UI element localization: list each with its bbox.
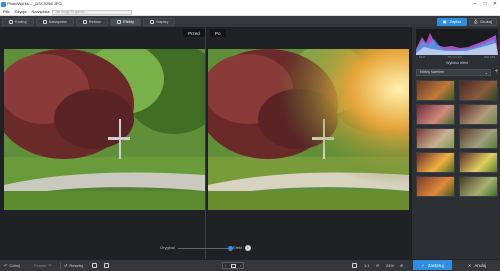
effect-thumbnail[interactable] [459, 176, 498, 197]
after-photo [208, 49, 409, 210]
menu-item-plik[interactable]: Plik [3, 9, 9, 14]
effect-thumbnail[interactable] [459, 80, 498, 101]
brush-icon [82, 19, 87, 24]
tab-label: Efekty [123, 19, 135, 24]
compare-divider[interactable] [205, 27, 206, 259]
print-button[interactable]: ⎙ Drukuj [469, 17, 497, 26]
effect-thumbnail[interactable] [416, 176, 455, 197]
prev-image-icon[interactable]: ‹ [225, 263, 226, 268]
focal-value: 70 mm 1/4 [447, 55, 462, 59]
eye-icon [92, 263, 97, 268]
effect-thumbnail[interactable] [459, 128, 498, 149]
checkmark-icon: ✓ [421, 262, 425, 268]
effect-thumbnail[interactable] [459, 104, 498, 125]
app-icon [1, 1, 6, 7]
chevron-down-icon: ⌄ [484, 70, 488, 75]
tools-icon [42, 19, 47, 24]
zoom-value: 24% [386, 262, 394, 269]
effect-thumbnails [416, 80, 498, 197]
fit-to-screen-button[interactable] [352, 262, 357, 269]
add-effect-button[interactable]: + [493, 69, 500, 76]
save-label: Zapisz [449, 19, 462, 24]
before-photo [4, 49, 205, 210]
image-navigator: ‹ › [222, 262, 244, 269]
effect-thumbnail[interactable] [416, 128, 455, 149]
zoom-out-icon: ⊖ [376, 263, 380, 268]
status-divider [60, 262, 61, 269]
fit-icon [352, 263, 357, 268]
folder-icon[interactable] [231, 264, 236, 268]
tab-retouch[interactable]: Retusz [75, 17, 109, 26]
reset-label: Resetuj [69, 263, 83, 268]
tab-tools[interactable]: Narzędzia [35, 17, 74, 26]
iso-value: ISO 160 [483, 55, 495, 59]
tab-label: Narzędzia [48, 19, 67, 24]
effect-thumbnail[interactable] [416, 152, 455, 173]
slider-track[interactable] [178, 248, 230, 249]
effect-category-dropdown[interactable]: Efekty świetlne ⌄ [416, 69, 491, 76]
zoom-in-icon: ⊕ [400, 263, 404, 268]
effect-thumbnail[interactable] [416, 104, 455, 125]
close-button[interactable]: ✕ [490, 0, 500, 8]
crop-icon [9, 19, 13, 24]
cancel-label: Anuluj [474, 262, 487, 268]
redo-label: Ponów [34, 263, 47, 268]
effect-strength-slider: Oryginał Efekt i [160, 244, 254, 252]
tab-label: Napisy [156, 19, 169, 24]
next-image-icon[interactable]: › [240, 263, 241, 268]
save-icon: ▣ [442, 19, 447, 24]
actual-size-button[interactable]: 1:1 [364, 262, 370, 269]
printer-icon: ⎙ [474, 19, 478, 24]
tab-label: Kadruj [15, 19, 27, 24]
slider-left-label: Oryginał [160, 245, 175, 250]
split-view-toggle[interactable] [104, 262, 109, 269]
aperture-value: f/2.8 [419, 55, 425, 59]
maximize-button[interactable]: □ [480, 0, 490, 8]
title-bar: PhotoWorks – _DSC0266.JPG – □ ✕ [0, 0, 500, 8]
menu-item-edycja[interactable]: Edycja [14, 9, 26, 14]
minimize-button[interactable]: – [470, 0, 480, 8]
zoom-out-button[interactable]: ⊖ [376, 262, 379, 269]
slider-right-label: Efekt [233, 245, 243, 250]
zoom-ratio: 1:1 [364, 263, 370, 268]
effect-thumbnail[interactable] [416, 80, 455, 101]
print-label: Drukuj [480, 19, 492, 24]
redo-button[interactable]: Ponów ↷ [34, 262, 52, 269]
menu-bar: Plik Edycja Narzędzia Pomoc Widok Pomoc … [0, 8, 500, 16]
zoom-in-button[interactable]: ⊕ [400, 262, 403, 269]
text-icon [150, 19, 155, 24]
tab-text[interactable]: Napisy [143, 17, 176, 26]
undo-icon: ↶ [4, 263, 8, 268]
tab-effects[interactable]: Efekty [110, 17, 142, 26]
panel-title: Wybierz efekt [446, 61, 468, 65]
after-label: Po [210, 29, 226, 37]
tab-crop[interactable]: Kadruj [2, 17, 34, 26]
reset-button[interactable]: ↺ Resetuj [64, 262, 83, 269]
dropdown-value: Efekty świetlne [420, 70, 444, 74]
histogram-caption: f/2.8 70 mm 1/4 ISO 160 [416, 55, 498, 59]
close-icon: ✕ [467, 262, 472, 268]
menu-item-narzedzia[interactable]: Narzędzia [31, 9, 49, 14]
cancel-button[interactable]: ✕ Anuluj [455, 260, 499, 270]
reset-icon: ↺ [64, 263, 68, 268]
before-label: Przed [183, 29, 205, 37]
apply-label: Zastosuj [427, 262, 444, 268]
undo-label: Cofnij [9, 263, 20, 268]
zoom-percent: 24% [386, 263, 395, 268]
info-icon[interactable]: i [245, 245, 251, 251]
window-title: PhotoWorks – _DSC0266.JPG [7, 1, 62, 6]
save-button[interactable]: ▣ Zapisz [437, 17, 467, 26]
redo-icon: ↷ [48, 263, 52, 268]
undo-button[interactable]: ↶ Cofnij [4, 262, 20, 269]
tab-label: Retusz [88, 19, 102, 24]
apply-button[interactable]: ✓ Zastosuj [413, 260, 452, 270]
histogram [416, 29, 498, 55]
effects-icon [117, 19, 122, 24]
help-search-input[interactable]: Jak mogę Ci pomóc... [52, 9, 132, 15]
effects-panel: f/2.8 70 mm 1/4 ISO 160 Wybierz efekt Ef… [411, 27, 500, 259]
split-icon [104, 263, 109, 268]
compare-toggle[interactable] [92, 262, 97, 269]
effect-thumbnail[interactable] [459, 152, 498, 173]
main-toolbar: Kadruj Narzędzia Retusz Efekty Napisy ▣ Z… [0, 16, 500, 27]
